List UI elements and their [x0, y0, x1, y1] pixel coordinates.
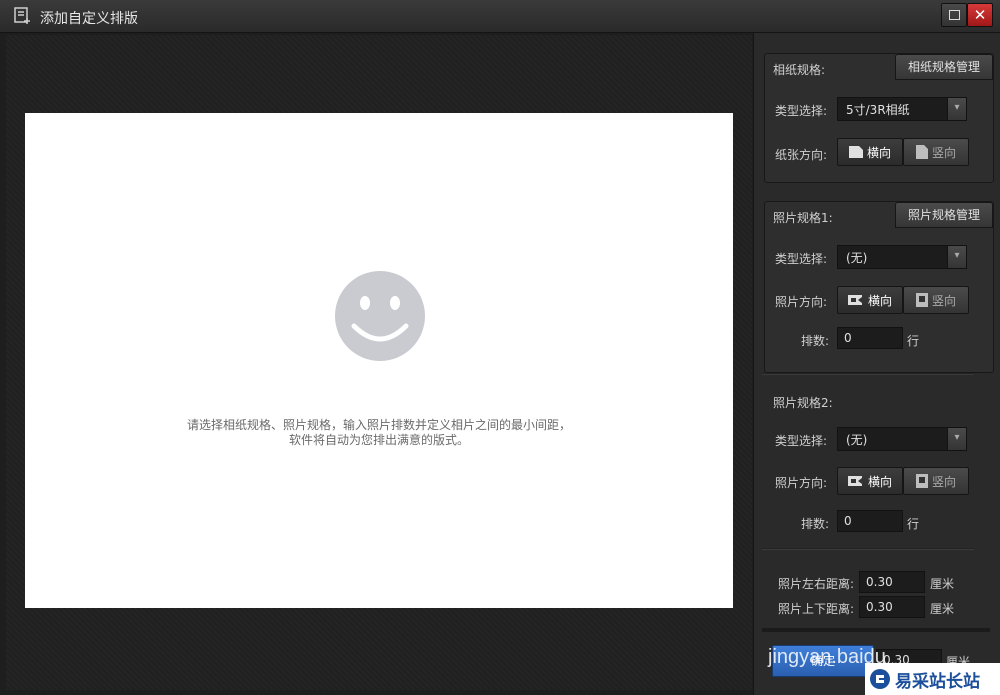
photo2-landscape-button[interactable]: 横向 [837, 467, 903, 495]
portrait-photo-icon [915, 293, 928, 307]
photo-spec2-title: 照片规格2: [773, 396, 833, 410]
photo-spec1-group: 照片规格1: 照片规格管理 类型选择: (无) ▾ 照片方向: 横向 竖向 排数… [764, 201, 994, 373]
photo2-orientation-label: 照片方向: [775, 476, 828, 490]
settings-panel: 相纸规格: 相纸规格管理 类型选择: 5寸/3R相纸 ▾ 纸张方向: 横向 竖向… [753, 33, 1000, 695]
landscape-page-icon [848, 146, 863, 158]
tb-spacing-input[interactable]: 0.30 [859, 596, 925, 618]
paper-spec-group: 相纸规格: 相纸规格管理 类型选择: 5寸/3R相纸 ▾ 纸张方向: 横向 竖向 [764, 53, 994, 183]
photo2-rows-label: 排数: [801, 517, 830, 531]
photo2-rows-input[interactable]: 0 [837, 510, 903, 532]
lr-spacing-unit: 厘米 [930, 577, 955, 591]
photo1-landscape-label: 横向 [867, 293, 892, 308]
chevron-down-icon[interactable]: ▾ [947, 246, 966, 268]
photo-spec1-title: 照片规格1: [773, 211, 833, 225]
photo2-landscape-label: 横向 [867, 474, 892, 489]
site-badge: 易采站长站 [865, 663, 1000, 695]
portrait-page-icon [915, 145, 928, 159]
paper-spec-header: 相纸规格: 相纸规格管理 [765, 54, 993, 80]
close-button[interactable]: ✕ [967, 3, 993, 27]
instruction-line-1: 请选择相纸规格、照片规格，输入照片排数并定义相片之间的最小间距， [186, 418, 571, 432]
instruction-line-2: 软件将自动为您排出满意的版式。 [288, 433, 469, 447]
photo2-type-select[interactable]: (无) ▾ [837, 427, 967, 451]
chevron-down-icon[interactable]: ▾ [947, 98, 966, 120]
divider [762, 548, 974, 550]
photo1-rows-value: 0 [844, 331, 852, 345]
photo1-rows-label: 排数: [801, 334, 830, 348]
photo-spec1-header: 照片规格1: 照片规格管理 [765, 202, 993, 228]
lr-spacing-input[interactable]: 0.30 [859, 571, 925, 593]
photo1-type-label: 类型选择: [775, 252, 828, 266]
photo1-rows-unit: 行 [907, 334, 920, 348]
layout-icon [14, 7, 30, 24]
photo2-portrait-button[interactable]: 竖向 [903, 467, 969, 495]
tb-spacing-value: 0.30 [866, 600, 893, 614]
tb-spacing-unit: 厘米 [930, 602, 955, 616]
photo1-orientation-label: 照片方向: [775, 295, 828, 309]
photo1-landscape-button[interactable]: 横向 [837, 286, 903, 314]
photo2-portrait-label: 竖向 [931, 474, 956, 489]
paper-portrait-button[interactable]: 竖向 [903, 138, 969, 166]
close-icon: ✕ [973, 5, 987, 24]
paper-type-label: 类型选择: [775, 104, 828, 118]
divider [762, 373, 974, 375]
title-bar: 添加自定义排版 ✕ [0, 0, 1000, 33]
lr-spacing-label: 照片左右距离: [778, 577, 855, 591]
photo1-portrait-label: 竖向 [931, 293, 956, 308]
maximize-button[interactable] [941, 3, 967, 27]
photo1-type-select[interactable]: (无) ▾ [837, 245, 967, 269]
window-title: 添加自定义排版 [40, 11, 138, 27]
tb-spacing-label: 照片上下距离: [778, 602, 855, 616]
landscape-photo-icon [847, 295, 862, 305]
paper-landscape-label: 横向 [866, 145, 891, 160]
paper-type-value: 5寸/3R相纸 [846, 103, 910, 117]
paper-spec-title: 相纸规格: [773, 63, 826, 77]
chevron-down-icon[interactable]: ▾ [947, 428, 966, 450]
paper-type-select[interactable]: 5寸/3R相纸 ▾ [837, 97, 967, 121]
lr-spacing-value: 0.30 [866, 575, 893, 589]
portrait-photo-icon [915, 474, 928, 488]
horizontal-scrollbar[interactable] [762, 628, 990, 632]
photo1-type-value: (无) [846, 251, 868, 265]
smiley-icon [335, 271, 425, 361]
photo2-rows-value: 0 [844, 514, 852, 528]
photo-spec-manage-button[interactable]: 照片规格管理 [895, 202, 993, 228]
photo-spec2-group: 照片规格2: 类型选择: (无) ▾ 照片方向: 横向 竖向 排数: 0 行 [764, 383, 994, 545]
photo2-rows-unit: 行 [907, 517, 920, 531]
paper-spec-manage-button[interactable]: 相纸规格管理 [895, 54, 993, 80]
paper-portrait-label: 竖向 [931, 145, 956, 160]
site-logo-icon [870, 669, 890, 689]
site-badge-text: 易采站长站 [895, 671, 980, 692]
photo1-portrait-button[interactable]: 竖向 [903, 286, 969, 314]
paper-orientation-label: 纸张方向: [775, 148, 828, 162]
landscape-photo-icon [847, 476, 862, 486]
photo2-type-value: (无) [846, 433, 868, 447]
photo2-type-label: 类型选择: [775, 434, 828, 448]
paper-preview: 请选择相纸规格、照片规格，输入照片排数并定义相片之间的最小间距， 软件将自动为您… [25, 113, 733, 608]
instruction-text: 请选择相纸规格、照片规格，输入照片排数并定义相片之间的最小间距， 软件将自动为您… [25, 418, 733, 448]
photo1-rows-input[interactable]: 0 [837, 327, 903, 349]
paper-landscape-button[interactable]: 横向 [837, 138, 903, 166]
maximize-icon [948, 10, 960, 20]
